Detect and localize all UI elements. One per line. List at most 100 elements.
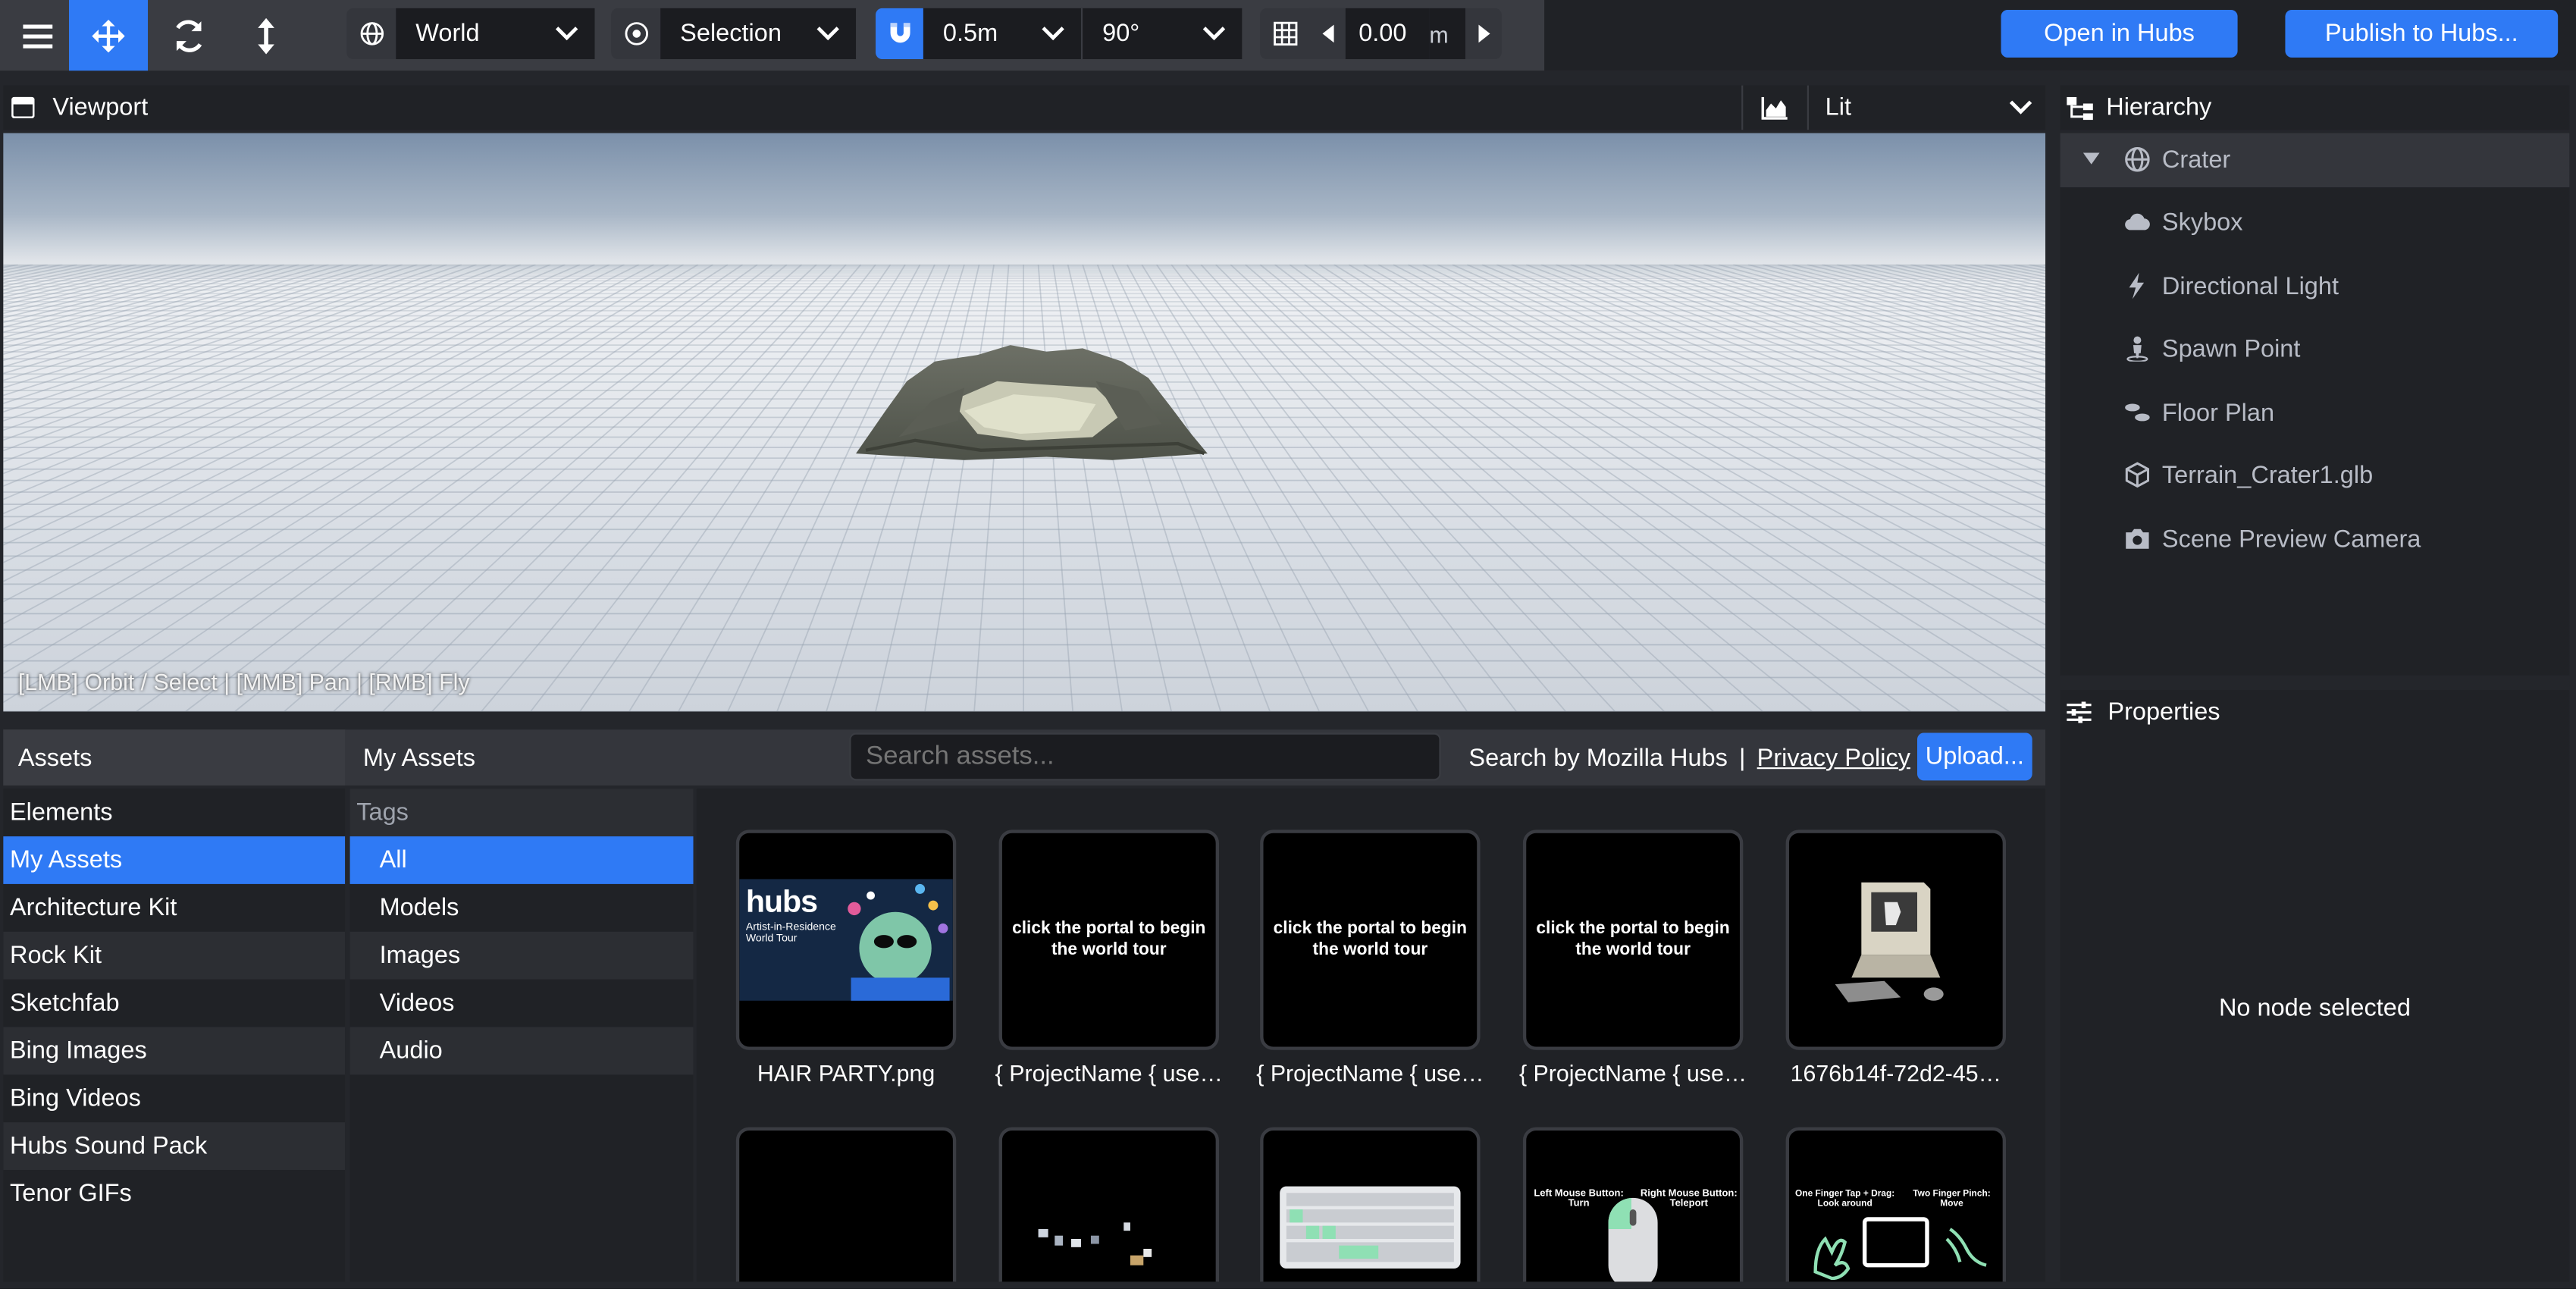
viewport-controls-hint: [LMB] Orbit / Select | [MMB] Pan | [RMB]…: [17, 669, 470, 695]
asset-tile-hair-party[interactable]: hubs Artist-in-Residence World Tour: [735, 830, 957, 1050]
chevron-down-icon: [2009, 100, 2032, 114]
publish-area: Open in Hubs Publish to Hubs...: [1544, 0, 2576, 71]
asset-tile-keyboard[interactable]: [1260, 1127, 1481, 1282]
asset-tile-computer-model[interactable]: [1785, 830, 2007, 1050]
thumbnail-caption: Artist-in-Residence World Tour: [746, 922, 845, 945]
source-item-tenor-gifs[interactable]: Tenor GIFs: [3, 1170, 345, 1218]
asset-tile-label: { ProjectName { use…: [1518, 1059, 1747, 1087]
snap-rotation-select[interactable]: 90°: [1083, 8, 1243, 60]
asset-tile-label: 1676b14f-72d2-45…: [1790, 1059, 2002, 1087]
rotate-tool-button[interactable]: [149, 0, 227, 71]
crater-terrain: [856, 345, 1208, 460]
hierarchy-header: Hierarchy: [2060, 85, 2570, 130]
hierarchy-item-skybox[interactable]: Skybox: [2060, 196, 2570, 248]
touch-gesture-icon: [1813, 1217, 1987, 1281]
viewport-title: Viewport: [52, 93, 149, 122]
tag-models[interactable]: Models: [350, 884, 694, 932]
separator: |: [1739, 744, 1746, 773]
magnet-icon: [889, 23, 910, 43]
person-icon: [2126, 336, 2148, 362]
caret-down-icon[interactable]: [2082, 152, 2100, 165]
search-attribution: Search by Mozilla Hubs | Privacy Policy: [1468, 745, 1910, 773]
hierarchy-root-item[interactable]: Crater: [2060, 133, 2570, 188]
coordinate-space-control: World: [346, 8, 595, 60]
asset-tile-floating-objects[interactable]: [998, 1127, 1219, 1282]
menu-button[interactable]: [0, 0, 74, 71]
hierarchy-item-label: Floor Plan: [2161, 398, 2275, 427]
hierarchy-root-label: Crater: [2161, 146, 2231, 174]
asset-tile-project-2[interactable]: click the portal to begin the world tour: [1260, 830, 1481, 1050]
tag-all[interactable]: All: [349, 836, 694, 884]
hierarchy-panel: Crater Skybox Directional Light Spawn Po…: [2060, 133, 2570, 676]
viewport-canvas[interactable]: [LMB] Orbit / Select | [MMB] Pan | [RMB]…: [3, 133, 2046, 712]
chevron-down-icon: [1042, 27, 1064, 41]
upload-button[interactable]: Upload...: [1917, 732, 2032, 781]
globe-icon: [2125, 146, 2150, 172]
open-in-hubs-button[interactable]: Open in Hubs: [2001, 10, 2238, 58]
source-item-hubs-sound-pack[interactable]: Hubs Sound Pack: [3, 1122, 346, 1170]
hierarchy-item-floor-plan[interactable]: Floor Plan: [2060, 386, 2570, 438]
hierarchy-item-terrain[interactable]: Terrain_Crater1.glb: [2060, 449, 2570, 501]
hierarchy-item-label: Spawn Point: [2161, 334, 2301, 362]
editor-app: World Selection 0.5m 90° 0.00 m Open in …: [0, 0, 2576, 1289]
area-chart-icon: [1761, 96, 1788, 119]
properties-panel: No node selected: [2060, 734, 2570, 1282]
rotate-icon: [175, 19, 202, 52]
asset-tile-project-1[interactable]: click the portal to begin the world tour: [998, 830, 1219, 1050]
pivot-value: Selection: [680, 20, 782, 48]
coordinate-space-value: World: [415, 20, 480, 48]
privacy-policy-link[interactable]: Privacy Policy: [1757, 745, 1910, 773]
source-item-my-assets[interactable]: My Assets: [3, 836, 346, 884]
caret-right-icon: [1478, 24, 1490, 43]
camera-icon: [2126, 528, 2149, 549]
asset-tile-blank[interactable]: [735, 1127, 957, 1282]
source-item-architecture-kit[interactable]: Architecture Kit: [3, 884, 345, 932]
snap-translation-select[interactable]: 0.5m: [923, 8, 1083, 60]
source-item-sketchfab[interactable]: Sketchfab: [3, 980, 345, 1027]
empty-properties-message: No node selected: [2218, 994, 2411, 1022]
hierarchy-item-label: Scene Preview Camera: [2161, 525, 2421, 554]
target-icon: [611, 8, 661, 60]
search-assets-input[interactable]: [849, 732, 1441, 781]
chevron-down-icon: [816, 27, 839, 41]
search-provider-label: Search by Mozilla Hubs: [1468, 744, 1728, 773]
source-item-bing-videos[interactable]: Bing Videos: [3, 1074, 345, 1122]
publish-button[interactable]: Publish to Hubs...: [2285, 10, 2559, 58]
move-arrows-icon: [92, 18, 125, 52]
hierarchy-item-label: Skybox: [2161, 208, 2243, 236]
source-item-rock-kit[interactable]: Rock Kit: [3, 931, 346, 980]
grid-height-input[interactable]: 0.00: [1345, 8, 1430, 60]
asset-tile-project-3[interactable]: click the portal to begin the world tour: [1522, 830, 1744, 1050]
tag-images[interactable]: Images: [349, 931, 694, 980]
asset-tile-label: { ProjectName { use…: [995, 1059, 1223, 1087]
computer-model-thumbnail: [1835, 882, 1944, 1002]
tag-audio[interactable]: Audio: [349, 1027, 694, 1075]
scale-tool-button[interactable]: [228, 0, 304, 71]
hierarchy-item-directional-light[interactable]: Directional Light: [2060, 259, 2570, 312]
tag-videos[interactable]: Videos: [350, 980, 694, 1027]
asset-tile-touch-controls[interactable]: One Finger Tap + Drag: Look around Two F…: [1785, 1127, 2007, 1282]
pivot-select[interactable]: Selection: [660, 8, 857, 60]
source-item-bing-images[interactable]: Bing Images: [3, 1027, 346, 1075]
translate-tool-button[interactable]: [69, 0, 149, 71]
snap-rotation-value: 90°: [1102, 20, 1140, 48]
tags-header: Tags: [349, 789, 694, 837]
grid-height-decrement[interactable]: [1309, 8, 1346, 60]
hierarchy-title: Hierarchy: [2106, 93, 2212, 122]
asset-tile-mouse-controls[interactable]: Left Mouse Button: Turn Right Mouse Butt…: [1522, 1127, 1744, 1282]
source-item-elements[interactable]: Elements: [3, 789, 345, 836]
floating-objects-thumbnail: [1038, 1222, 1152, 1265]
sliders-icon: [2067, 701, 2092, 723]
shading-mode-select[interactable]: Lit: [1807, 85, 2045, 130]
hierarchy-item-scene-preview-camera[interactable]: Scene Preview Camera: [2060, 513, 2570, 565]
grid-height-unit: m: [1429, 8, 1466, 60]
snap-control: 0.5m 90°: [876, 8, 1243, 60]
vertical-arrows-icon: [258, 17, 274, 54]
snap-toggle[interactable]: [876, 8, 923, 60]
pivot-control: Selection: [611, 8, 857, 60]
coordinate-space-select[interactable]: World: [396, 8, 595, 60]
stats-toggle[interactable]: [1741, 85, 1806, 130]
thumbnail-caption: click the portal to begin the world tour: [1273, 918, 1468, 960]
hierarchy-item-spawn-point[interactable]: Spawn Point: [2060, 322, 2570, 375]
grid-height-increment[interactable]: [1465, 8, 1502, 60]
